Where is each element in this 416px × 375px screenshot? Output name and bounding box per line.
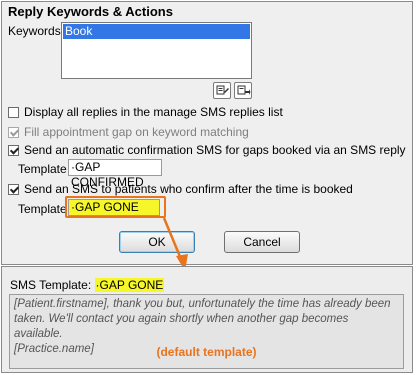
default-template-annotation: (default template): [156, 345, 257, 359]
sms-body-line: taken. We'll contact you again shortly w…: [14, 313, 349, 340]
sms-template-name: ·GAP GONE: [94, 278, 165, 292]
sms-template-caption: SMS Template:: [10, 278, 92, 292]
sms-template-body: [Patient.firstname], thank you but, unfo…: [9, 294, 404, 369]
sms-template-label: SMS Template: ·GAP GONE: [10, 278, 165, 292]
sms-template-preview: SMS Template: ·GAP GONE [Patient.firstna…: [1, 266, 413, 373]
sms-body-line: [Patient.firstname], thank you but, unfo…: [14, 298, 391, 310]
